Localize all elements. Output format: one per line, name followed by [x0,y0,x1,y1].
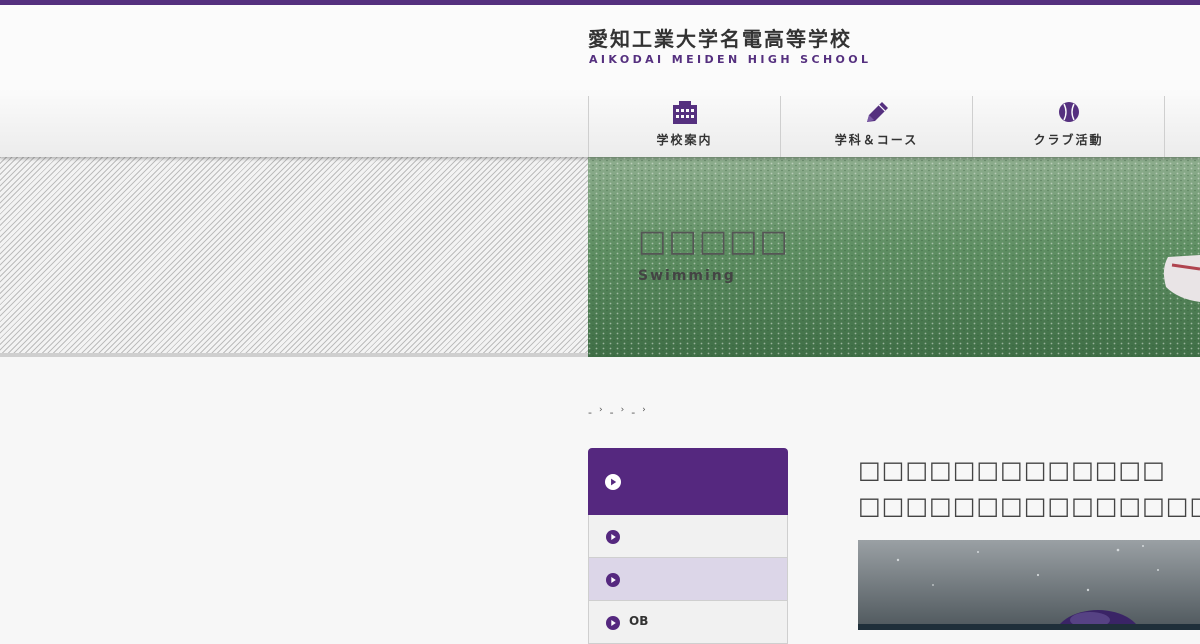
baseball-icon [1058,102,1079,122]
nav-item-school-guide[interactable]: 学校案内 [588,96,780,157]
hero-title: □□□□□ [638,224,790,259]
side-menu-item-active[interactable] [588,558,788,601]
chevron-right-icon: › [598,404,603,415]
article-title-line: □□□□□□□□□□□□□□□□ [858,492,1200,520]
breadcrumb-item[interactable]: - [631,406,635,419]
play-circle-icon [606,573,620,587]
play-circle-icon [605,474,621,490]
nav-label: 学科＆コース [834,133,919,147]
breadcrumb: - › - › - › [588,404,653,420]
building-icon [672,101,697,124]
play-circle-icon [606,616,620,630]
article-title: □□□□□□□□□□□□□ □□□□□□□□□□□□□□□□ [858,452,1200,524]
site-header: 愛知工業大学名電高等学校 AIKODAI MEIDEN HIGH SCHOOL … [0,5,1200,157]
chevron-right-icon: › [620,404,625,415]
site-logo-en[interactable]: AIKODAI MEIDEN HIGH SCHOOL [589,53,871,66]
hero-subtitle: Swimming [638,268,736,284]
global-nav: 学校案内 学科＆コース クラブ活動 [588,96,1165,157]
side-menu: OB [588,448,788,644]
side-menu-item[interactable] [588,515,788,558]
side-menu-item-label: OB [629,614,649,628]
hero-stripe-pattern [0,157,588,357]
nav-label: クラブ活動 [1033,133,1104,147]
breadcrumb-item[interactable]: - [588,406,592,419]
play-circle-icon [606,530,620,544]
page-hero: □□□□□ Swimming [0,157,1200,357]
side-menu-item-ob[interactable]: OB [588,601,788,644]
site-logo-jp[interactable]: 愛知工業大学名電高等学校 [588,23,852,52]
breadcrumb-item[interactable]: - [610,406,614,419]
article-photo [858,540,1200,630]
side-menu-header[interactable] [588,448,788,515]
chevron-right-icon: › [642,404,646,415]
nav-item-courses[interactable]: 学科＆コース [780,96,972,157]
nav-label: 学校案内 [656,133,713,147]
nav-item-club-activities[interactable]: クラブ活動 [972,96,1165,157]
article-title-line: □□□□□□□□□□□□□ [858,456,1166,484]
pencil-icon [866,102,888,122]
